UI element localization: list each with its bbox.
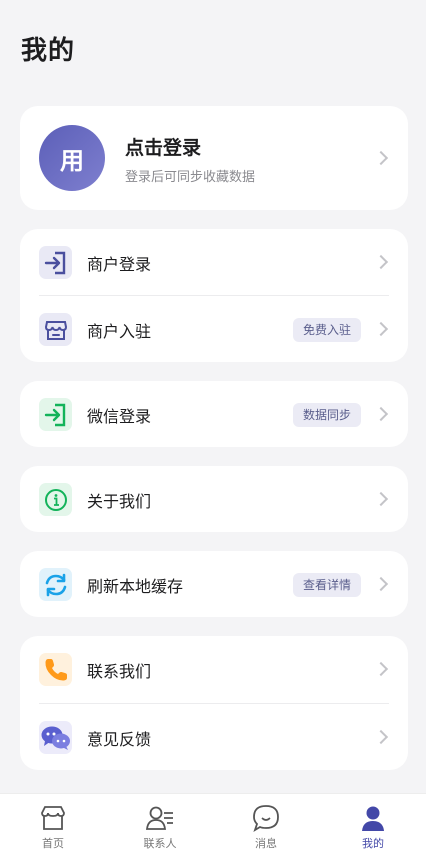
tab-label: 联系人 — [143, 837, 177, 850]
menu-item-feedback[interactable]: 意见反馈 — [20, 704, 408, 770]
chevron-right-icon — [373, 491, 389, 507]
tab-mine[interactable]: 我的 — [320, 794, 426, 863]
cache-card: 刷新本地缓存 查看详情 — [20, 551, 408, 617]
login-prompt[interactable]: 点击登录 — [125, 133, 201, 160]
menu-item-label: 微信登录 — [87, 407, 152, 426]
message-icon — [253, 805, 279, 832]
chevron-right-icon — [373, 254, 389, 270]
info-icon — [39, 483, 72, 516]
login-hint: 登录后可同步收藏数据 — [125, 170, 256, 185]
page-title: 我的 — [21, 36, 76, 66]
shop-icon — [39, 313, 72, 346]
chevron-right-icon — [373, 321, 389, 337]
tab-label: 首页 — [42, 837, 64, 850]
tab-label: 我的 — [362, 837, 384, 850]
menu-item-label: 刷新本地缓存 — [87, 577, 184, 596]
user-icon — [362, 806, 384, 831]
data-sync-badge: 数据同步 — [292, 403, 361, 427]
home-icon — [41, 806, 65, 830]
view-details-badge[interactable]: 查看详情 — [292, 573, 361, 597]
menu-item-label: 商户登录 — [87, 255, 152, 274]
tab-contacts[interactable]: 联系人 — [107, 794, 213, 863]
free-join-badge: 免费入驻 — [292, 318, 361, 342]
chevron-right-icon — [373, 661, 389, 677]
refresh-icon — [39, 568, 72, 601]
chevron-right-icon — [373, 406, 389, 422]
menu-item-label: 联系我们 — [87, 662, 152, 681]
menu-item-merchant-login[interactable]: 商户登录 — [20, 229, 408, 295]
avatar[interactable]: 用 — [39, 125, 105, 191]
chevron-right-icon — [373, 576, 389, 592]
support-card: 联系我们 意见反馈 — [20, 636, 408, 770]
menu-item-about[interactable]: 关于我们 — [20, 466, 408, 532]
tab-home[interactable]: 首页 — [0, 794, 106, 863]
login-arrow-icon — [39, 246, 72, 279]
tab-messages[interactable]: 消息 — [213, 794, 319, 863]
tab-label: 消息 — [255, 837, 277, 850]
menu-item-label: 商户入驻 — [87, 322, 152, 341]
contacts-icon — [145, 806, 173, 830]
menu-item-merchant-join[interactable]: 商户入驻 免费入驻 — [20, 296, 408, 362]
menu-item-contact[interactable]: 联系我们 — [20, 636, 408, 702]
chat-bubbles-icon — [39, 721, 72, 754]
profile-card[interactable]: 用 点击登录 登录后可同步收藏数据 — [20, 106, 408, 210]
menu-item-wechat-login[interactable]: 微信登录 数据同步 — [20, 381, 408, 447]
chevron-right-icon — [373, 150, 389, 166]
merchant-card: 商户登录 商户入驻 免费入驻 — [20, 229, 408, 362]
menu-item-label: 意见反馈 — [87, 730, 152, 749]
menu-item-refresh-cache[interactable]: 刷新本地缓存 查看详情 — [20, 551, 408, 617]
phone-icon — [39, 653, 72, 686]
wechat-card: 微信登录 数据同步 — [20, 381, 408, 447]
about-card: 关于我们 — [20, 466, 408, 532]
chevron-right-icon — [373, 729, 389, 745]
bottom-tab-bar: 首页 联系人 消息 我的 — [0, 793, 426, 863]
menu-item-label: 关于我们 — [87, 492, 152, 511]
wechat-login-icon — [39, 398, 72, 431]
